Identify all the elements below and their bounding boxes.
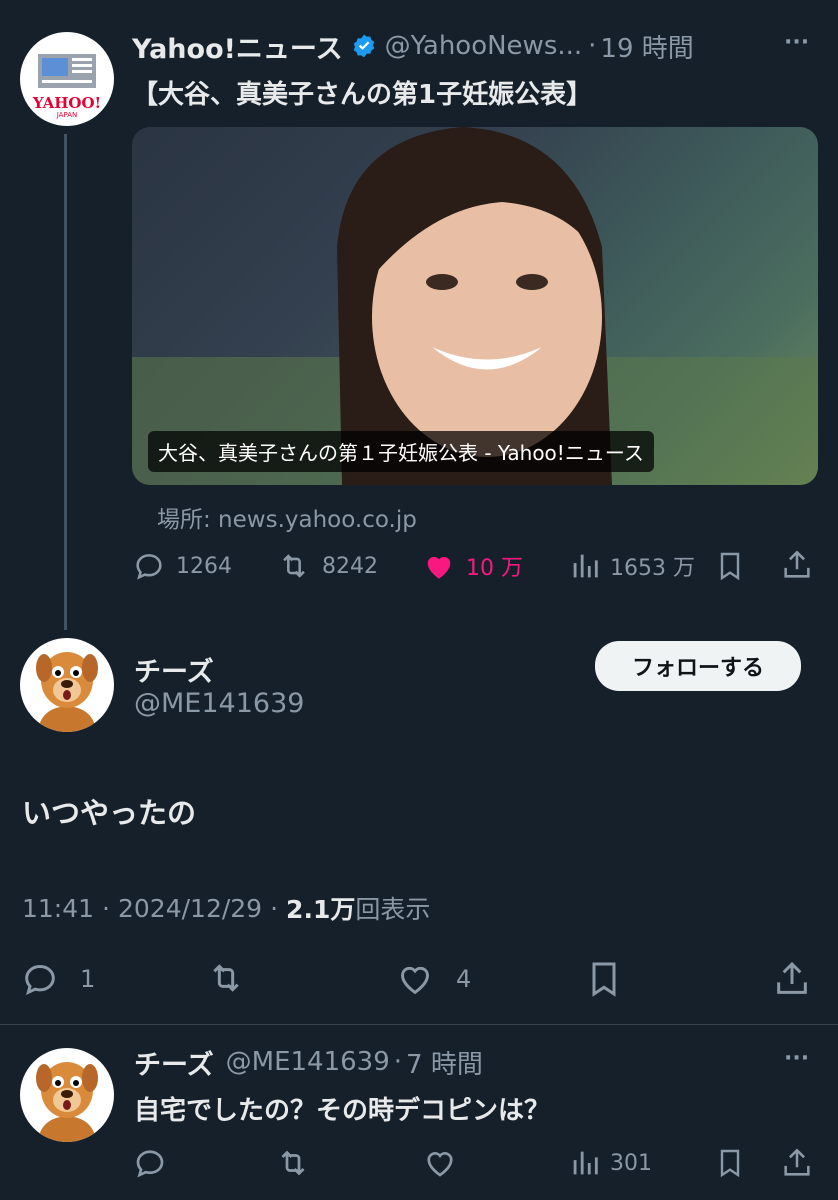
link-card-image[interactable]: 大谷、真美子さんの第１子妊娠公表 - Yahoo!ニュース [132,127,818,485]
share-icon[interactable] [780,1145,814,1181]
analytics-icon [568,1146,602,1180]
verified-badge-icon [351,33,377,59]
post-time[interactable]: 19 時間 [600,28,693,65]
author-handle[interactable]: @ME141639 [226,1047,390,1077]
avatar-logo-subtext: JAPAN [56,111,78,119]
analytics-icon [568,549,602,583]
link-card-caption: 大谷、真美子さんの第１子妊娠公表 - Yahoo!ニュース [148,431,654,472]
follow-button[interactable]: フォローする [595,641,801,691]
views-button[interactable]: 301 [568,1145,652,1181]
avatar-logo-text: YAHOO! [32,94,102,112]
dog-character-icon [36,1062,98,1142]
share-icon[interactable] [772,958,812,1000]
like-button[interactable]: 4 [394,958,471,1000]
dog-character-icon [36,652,98,732]
reply-icon [20,959,60,999]
user-avatar[interactable] [20,638,114,732]
tweet-text: 自宅でしたの？その時デコピンは？ [134,1096,551,1126]
bookmark-icon[interactable] [584,958,624,1000]
reply-button[interactable]: 1 [20,958,95,1000]
heart-filled-icon [422,549,456,583]
tweet-text: いつやったの [22,796,197,830]
reply-count: 1264 [176,553,232,579]
author-name[interactable]: Yahoo!ニュース [132,27,343,66]
more-options-icon[interactable]: ··· [784,30,809,55]
like-button[interactable]: 10 万 [422,548,523,584]
user-avatar[interactable] [20,1048,114,1142]
quoted-header: Yahoo!ニュース @YahooNews... · 19 時間 [132,27,822,66]
views-count: 301 [610,1150,652,1176]
heart-icon [394,959,436,999]
author-name[interactable]: チーズ [134,1043,214,1082]
views-count: 1653 万 [610,556,695,581]
author-name[interactable]: チーズ [134,650,214,689]
bookmark-icon[interactable] [714,1145,746,1181]
reply-header: チーズ @ME141639 · 7 時間 [134,1043,483,1082]
post-date[interactable]: 2024/12/29 [118,894,262,923]
post-time[interactable]: 7 時間 [406,1044,483,1081]
more-options-icon[interactable]: ··· [784,1046,809,1071]
author-handle[interactable]: @YahooNews... [385,31,583,61]
divider [0,1024,838,1025]
retweet-button[interactable]: 8242 [276,548,378,584]
retweet-count: 8242 [322,553,378,579]
separator-dot: · [588,31,597,61]
link-source[interactable]: 場所: news.yahoo.co.jp [157,500,417,534]
separator-dot: · [393,1047,403,1077]
reply-icon [132,549,166,583]
views-label: 回表示 [355,895,431,924]
post-time[interactable]: 11:41 [22,894,94,923]
retweet-icon[interactable] [274,1145,312,1181]
tweet-text: 【大谷、真美子さんの第1子妊娠公表】 [132,80,593,110]
views-count: 2.1万 [286,895,356,924]
views-button[interactable]: 1653 万 [568,548,695,584]
like-count: 10 万 [466,556,523,581]
retweet-icon[interactable] [204,958,248,998]
thread-line [64,134,67,630]
reply-icon[interactable] [132,1145,168,1181]
like-count: 4 [456,965,472,993]
bookmark-icon[interactable] [714,549,746,583]
tweet-meta: 11:41 · 2024/12/29 · 2.1万 回表示 [22,890,430,926]
share-icon[interactable] [780,548,814,582]
reply-count: 1 [80,965,96,993]
retweet-icon [276,549,312,583]
author-handle[interactable]: @ME141639 [134,688,304,719]
heart-icon[interactable] [422,1145,458,1181]
reply-button[interactable]: 1264 [132,548,232,584]
yahoo-avatar[interactable]: YAHOO! JAPAN [20,32,114,126]
